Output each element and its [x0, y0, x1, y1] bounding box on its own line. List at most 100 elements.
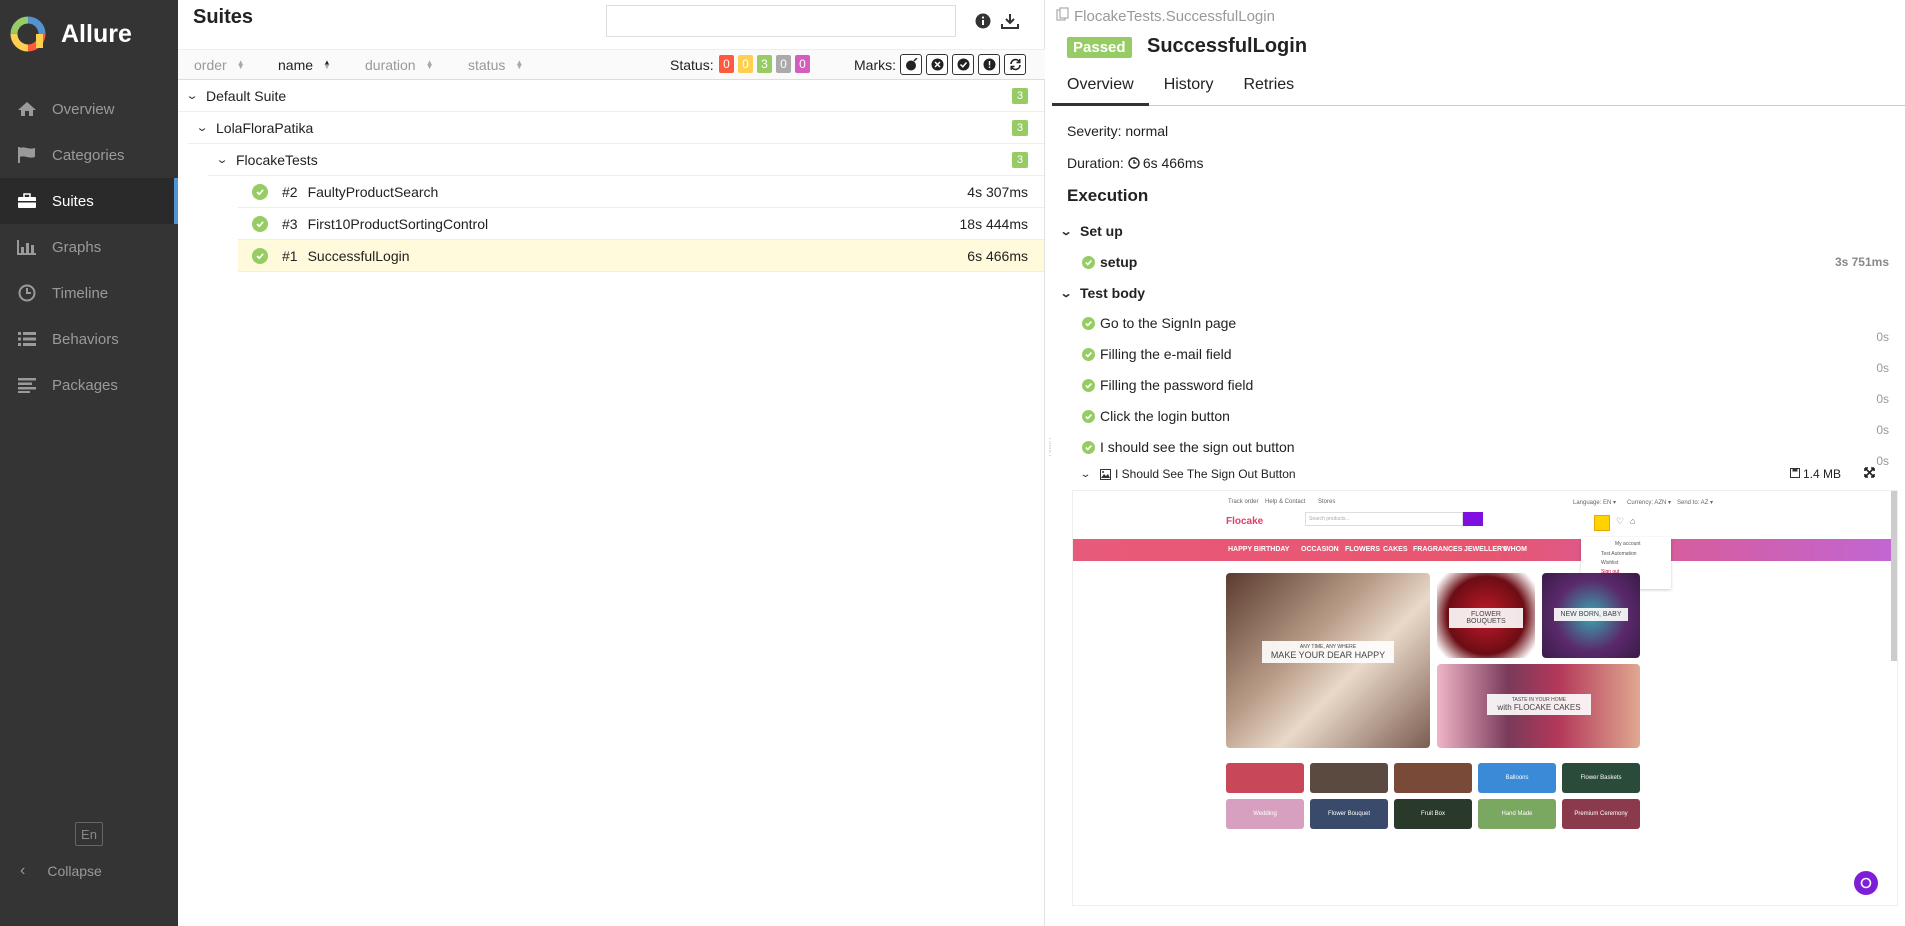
status-unknown-badge[interactable]: 0: [795, 55, 810, 73]
chat-icon[interactable]: [1854, 871, 1878, 895]
copy-icon[interactable]: [1056, 7, 1070, 25]
execution-title: Execution: [1067, 186, 1149, 205]
brand[interactable]: Allure: [10, 14, 132, 54]
sidebar-item-label: Timeline: [52, 284, 109, 302]
new-passed-mark-icon[interactable]: [952, 54, 974, 75]
step-duration: 0s: [1876, 392, 1889, 406]
tile-label: FLOWER BOUQUETS: [1449, 608, 1523, 628]
sidebar-item-label: Overview: [52, 100, 115, 118]
heart-icon: ♡: [1616, 516, 1625, 526]
status-badge: Passed: [1067, 37, 1132, 58]
step-row[interactable]: I should see the sign out button 0s: [1082, 436, 1897, 468]
tree-node-default-suite[interactable]: ⌄ Default Suite 3: [178, 80, 1044, 112]
step-name: Go to the SignIn page: [1100, 315, 1237, 331]
suites-pane: Suites order ▲ ▼ name ▲ ▼ duration ▲ ▼ stat…: [178, 0, 1045, 926]
flocake-menu-item: JEWELLERY: [1464, 546, 1507, 553]
attachment-preview[interactable]: Track order Help & Contact Stores Langua…: [1072, 490, 1898, 906]
retries-mark-icon[interactable]: [1004, 54, 1026, 75]
clock-icon: [1128, 157, 1140, 169]
flocake-menu-item: CAKES: [1383, 546, 1408, 553]
flocake-hero-label: ANY TIME, ANY WHERE MAKE YOUR DEAR HAPPY: [1262, 641, 1394, 663]
sidebar-item-suites[interactable]: Suites: [0, 178, 178, 224]
dropdown-item: Wishlist: [1601, 560, 1619, 566]
flocake-search: Search products...: [1305, 512, 1463, 526]
sidebar-item-packages[interactable]: Packages: [0, 362, 178, 408]
sidebar-item-label: Categories: [52, 146, 125, 164]
detail-tabs: Overview History Retries: [1052, 70, 1905, 106]
tree-node-flocaketests[interactable]: ⌄ FlocakeTests 3: [208, 144, 1044, 176]
brand-name: Allure: [61, 19, 132, 48]
breadcrumb: FlocakeTests.SuccessfulLogin: [1056, 7, 1275, 25]
test-duration: 18s 444ms: [959, 215, 1028, 232]
language-switch[interactable]: En: [75, 822, 103, 846]
test-row[interactable]: #3 First10ProductSortingControl 18s 444m…: [238, 208, 1044, 240]
preview-scrollbar[interactable]: [1891, 491, 1897, 661]
test-row[interactable]: #2 FaultyProductSearch 4s 307ms: [238, 176, 1044, 208]
sort-status[interactable]: status ▲ ▼: [468, 57, 523, 73]
flocake-link: Help & Contact: [1265, 499, 1306, 505]
step-name: I should see the sign out button: [1100, 439, 1295, 455]
attachment-row[interactable]: ⌄ I Should See The Sign Out Button 1.4 M…: [1080, 464, 1897, 484]
status-skipped-badge[interactable]: 0: [776, 55, 791, 73]
sidebar-item-behaviors[interactable]: Behaviors: [0, 316, 178, 362]
status-broken-badge[interactable]: 0: [738, 55, 753, 73]
download-icon[interactable]: [999, 10, 1021, 32]
info-icon[interactable]: [972, 10, 994, 32]
new-broken-mark-icon[interactable]: [978, 54, 1000, 75]
step-row[interactable]: Filling the password field 0s: [1082, 374, 1897, 406]
test-name: First10ProductSortingControl: [307, 215, 489, 232]
sidebar-nav: Overview Categories Suites Graphs Timeli…: [0, 86, 178, 408]
flaky-mark-icon[interactable]: [900, 54, 922, 75]
flocake-category: [1310, 763, 1388, 793]
tab-overview[interactable]: Overview: [1052, 70, 1149, 106]
cart-icon: ⌂: [1630, 516, 1636, 526]
step-duration: 0s: [1876, 361, 1889, 375]
tree-node-label: Default Suite: [206, 87, 287, 104]
sidebar-item-overview[interactable]: Overview: [0, 86, 178, 132]
tree-node-lolaflorapatika[interactable]: ⌄ LolaFloraPatika 3: [188, 112, 1044, 144]
flocake-link: Send to: AZ ▾: [1677, 500, 1714, 506]
sort-order[interactable]: order ▲ ▼: [194, 57, 245, 73]
sidebar-item-graphs[interactable]: Graphs: [0, 224, 178, 270]
status-passed-badge[interactable]: 3: [757, 55, 772, 73]
passed-check-icon: [1082, 316, 1095, 330]
pane-splitter-handle[interactable]: ⋮ ⋮ ⋮: [1045, 438, 1055, 475]
setup-section-toggle[interactable]: ⌄ Set up: [1060, 223, 1123, 239]
sort-duration[interactable]: duration ▲ ▼: [365, 57, 434, 73]
flocake-menu-item: HAPPY BIRTHDAY: [1228, 546, 1290, 553]
sidebar-item-categories[interactable]: Categories: [0, 132, 178, 178]
step-row[interactable]: Click the login button 0s: [1082, 405, 1897, 437]
test-body-section-toggle[interactable]: ⌄ Test body: [1060, 285, 1145, 301]
flocake-link: Track order: [1228, 499, 1259, 505]
tab-retries[interactable]: Retries: [1228, 70, 1309, 106]
save-icon: [1789, 467, 1800, 481]
flocake-category: [1226, 763, 1304, 793]
sidebar-item-label: Packages: [52, 376, 118, 394]
step-row[interactable]: Filling the e-mail field 0s: [1082, 343, 1897, 375]
attachment-size: 1.4 MB: [1789, 467, 1841, 481]
step-row[interactable]: Go to the SignIn page 0s: [1082, 312, 1897, 344]
step-row[interactable]: setup 3s 751ms: [1082, 251, 1897, 273]
step-name: setup: [1100, 254, 1138, 270]
collapse-button[interactable]: ‹ Collapse: [20, 862, 102, 880]
flocake-cakes-tile: TASTE IN YOUR HOME with FLOCAKE CAKES: [1437, 664, 1640, 748]
search-input[interactable]: [606, 5, 956, 37]
flocake-menu-item: OCCASION: [1301, 546, 1339, 553]
sidebar-item-timeline[interactable]: Timeline: [0, 270, 178, 316]
test-order: #2: [282, 183, 298, 200]
expand-icon[interactable]: [1864, 467, 1875, 481]
attachment-name: I Should See The Sign Out Button: [1115, 467, 1296, 481]
flocake-category: Hand Made: [1478, 799, 1556, 829]
bar-chart-icon: [16, 238, 38, 256]
sort-name[interactable]: name ▲ ▼: [278, 57, 331, 73]
test-order: #1: [282, 247, 298, 264]
status-failed-badge[interactable]: 0: [719, 55, 734, 73]
duration-value: 6s 466ms: [1142, 155, 1204, 171]
new-failed-mark-icon[interactable]: [926, 54, 948, 75]
sort-arrows-icon: ▲ ▼: [323, 58, 331, 71]
sort-duration-label: duration: [365, 57, 416, 73]
tab-history[interactable]: History: [1149, 70, 1229, 106]
list-icon: [16, 330, 38, 348]
flocake-account-icon: [1594, 515, 1610, 531]
test-row-selected[interactable]: #1 SuccessfulLogin 6s 466ms: [238, 240, 1044, 272]
